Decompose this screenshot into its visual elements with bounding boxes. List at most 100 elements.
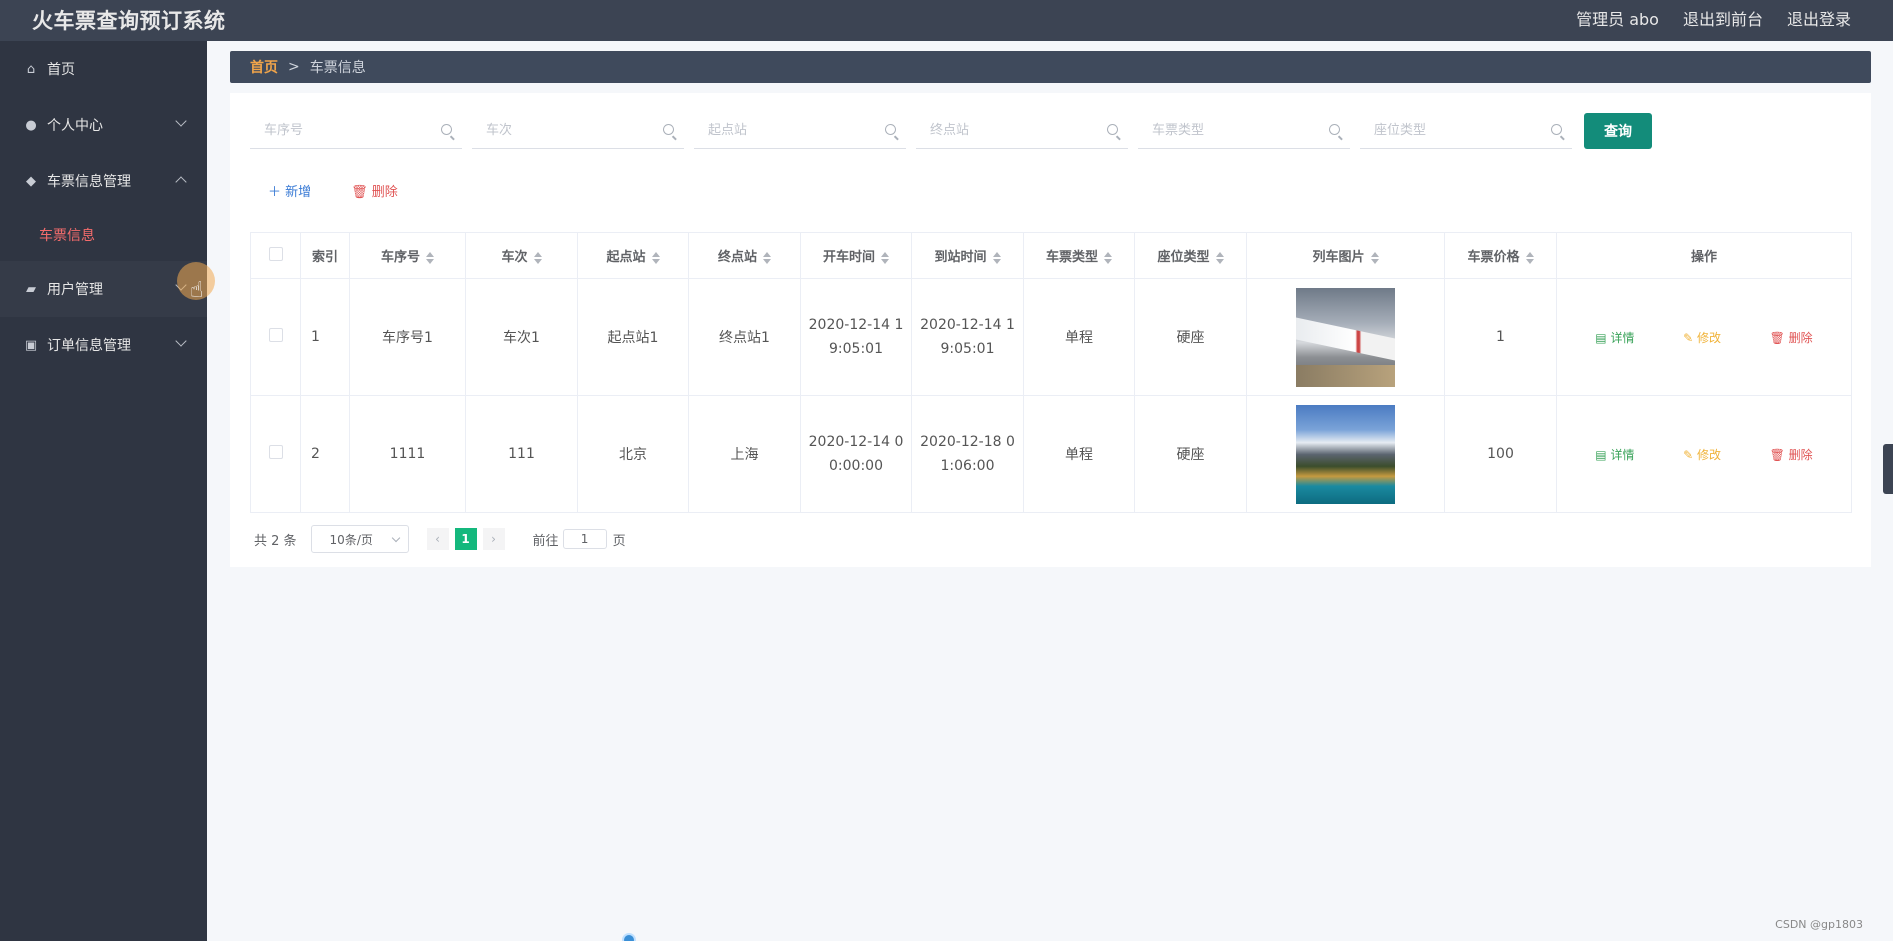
trash-icon: 🗑 — [1769, 330, 1789, 345]
cell-arrive: 2020-12-14 1 9:05:01 — [911, 278, 1024, 396]
search-icon — [663, 124, 674, 135]
search-ticket-type-field — [1138, 113, 1350, 149]
edit-button[interactable]: ✎ 修改 — [1683, 329, 1721, 346]
app-title: 火车票查询预订系统 — [32, 9, 226, 33]
next-page-button[interactable]: › — [482, 528, 505, 550]
location-icon: ◆ — [26, 173, 36, 189]
cell-ops: ▤ 详情 ✎ 修改 🗑 删除 — [1556, 395, 1852, 513]
page-size-select[interactable]: 10条/页 — [310, 525, 409, 553]
batch-delete-button[interactable]: 🗑 删除 — [351, 181, 398, 200]
cell-train: 111 — [465, 395, 578, 513]
trash-icon: 🗑 — [1769, 447, 1789, 462]
sort-icon[interactable] — [1104, 251, 1112, 264]
page-number-button[interactable]: 1 — [454, 528, 477, 550]
cell-train: 车次1 — [465, 278, 578, 396]
search-seat-type-field — [1360, 113, 1572, 149]
delete-button[interactable]: 🗑 删除 — [1770, 446, 1813, 463]
sort-icon[interactable] — [1370, 251, 1379, 264]
col-header[interactable]: 列车图片 — [1246, 232, 1445, 279]
sidebar-item-label: 用户管理 — [47, 282, 103, 298]
total-count: 共 2 条 — [254, 533, 297, 549]
row-checkbox[interactable] — [268, 328, 283, 342]
briefcase-icon: ▣ — [24, 337, 38, 353]
delete-label: 删除 — [371, 185, 398, 200]
col-header[interactable]: 车票价格 — [1444, 232, 1557, 279]
table-header-row: 索引 车序号 车次 起点站 终点站 开车时间 到站时间 车票类型 座位类型 列车… — [250, 232, 1852, 279]
breadcrumb: 首页 > 车票信息 — [230, 51, 1871, 83]
sidebar-item-user-management[interactable]: ▰ 用户管理 — [0, 261, 207, 317]
to-front-link[interactable]: 退出到前台 — [1683, 6, 1763, 30]
search-to-input[interactable] — [916, 113, 1128, 147]
ticket-table: 索引 车序号 车次 起点站 终点站 开车时间 到站时间 车票类型 座位类型 列车… — [250, 232, 1852, 513]
breadcrumb-current: 车票信息 — [309, 60, 366, 76]
row-checkbox[interactable] — [268, 445, 283, 459]
goto-page-input[interactable] — [562, 529, 607, 549]
sort-icon[interactable] — [1525, 251, 1534, 264]
sidebar-item-home[interactable]: ⌂ 首页 — [0, 41, 207, 97]
logout-link[interactable]: 退出登录 — [1787, 6, 1851, 30]
search-train-input[interactable] — [472, 113, 684, 147]
col-header[interactable]: 车次 — [465, 232, 578, 279]
breadcrumb-home[interactable]: 首页 — [250, 57, 278, 77]
watermark: CSDN @gp1803 — [1775, 918, 1863, 931]
sort-icon[interactable] — [992, 251, 1001, 264]
chevron-down-icon — [175, 335, 187, 347]
cell-image — [1246, 278, 1445, 396]
sidebar-item-profile[interactable]: ● 个人中心 — [0, 97, 207, 153]
add-button[interactable]: ＋ 新增 — [268, 181, 311, 200]
cell-price: 100 — [1444, 395, 1557, 513]
detail-button[interactable]: ▤ 详情 — [1595, 446, 1634, 463]
search-from-field — [694, 113, 906, 149]
cell-seat-type: 硬座 — [1134, 395, 1247, 513]
table-row: 2 1111 111 北京 上海 2020-12-14 0 0:00:00 202… — [250, 395, 1852, 513]
col-header[interactable]: 车票类型 — [1023, 232, 1135, 279]
sidebar-item-order-management[interactable]: ▣ 订单信息管理 — [0, 317, 207, 373]
sort-icon[interactable] — [533, 251, 542, 264]
query-button[interactable]: 查询 — [1584, 113, 1652, 149]
sidebar-item-label: 车票信息管理 — [47, 174, 131, 190]
cell-seat-type: 硬座 — [1134, 278, 1247, 396]
cell-index: 2 — [300, 395, 350, 513]
train-image — [1296, 287, 1395, 387]
search-from-input[interactable] — [694, 113, 906, 147]
col-header[interactable]: 到站时间 — [911, 232, 1024, 279]
document-icon: ▤ — [1595, 330, 1611, 345]
cell-from: 起点站1 — [577, 278, 689, 396]
search-icon — [1107, 124, 1118, 135]
search-ticket-type-input[interactable] — [1138, 113, 1350, 147]
sidebar-item-label: 订单信息管理 — [47, 338, 131, 354]
scenery-image — [1296, 404, 1395, 504]
wallet-icon: ▰ — [26, 281, 36, 297]
col-header[interactable]: 开车时间 — [800, 232, 912, 279]
cell-from: 北京 — [577, 395, 689, 513]
col-header[interactable]: 终点站 — [688, 232, 801, 279]
cell-ticket-type: 单程 — [1023, 278, 1135, 396]
cell-index: 1 — [300, 278, 350, 396]
prev-page-button[interactable]: ‹ — [426, 528, 449, 550]
sort-icon[interactable] — [1215, 251, 1224, 264]
floating-dot[interactable] — [622, 933, 636, 941]
select-all-checkbox[interactable] — [268, 246, 283, 261]
detail-button[interactable]: ▤ 详情 — [1595, 329, 1634, 346]
search-seat-type-input[interactable] — [1360, 113, 1572, 147]
cell-depart: 2020-12-14 1 9:05:01 — [800, 278, 912, 396]
delete-button[interactable]: 🗑 删除 — [1770, 329, 1813, 346]
plus-icon: ＋ — [268, 185, 286, 200]
sidebar-subitem-ticket-info[interactable]: 车票信息 — [0, 209, 207, 261]
col-header[interactable]: 座位类型 — [1134, 232, 1247, 279]
col-header[interactable]: 车序号 — [349, 232, 466, 279]
sort-icon[interactable] — [763, 251, 771, 264]
sort-icon[interactable] — [426, 251, 434, 264]
sort-icon[interactable] — [881, 251, 889, 264]
search-icon — [885, 124, 896, 135]
edit-button[interactable]: ✎ 修改 — [1683, 446, 1721, 463]
trash-icon: 🗑 — [351, 185, 372, 200]
col-header[interactable]: 起点站 — [577, 232, 689, 279]
search-serial-input[interactable] — [250, 113, 462, 147]
edit-icon: ✎ — [1683, 330, 1697, 345]
document-icon: ▤ — [1595, 447, 1611, 462]
side-drawer-handle[interactable] — [1883, 444, 1893, 494]
search-icon — [1551, 124, 1562, 135]
sort-icon[interactable] — [651, 251, 660, 264]
sidebar-item-ticket-management[interactable]: ◆ 车票信息管理 — [0, 153, 207, 209]
